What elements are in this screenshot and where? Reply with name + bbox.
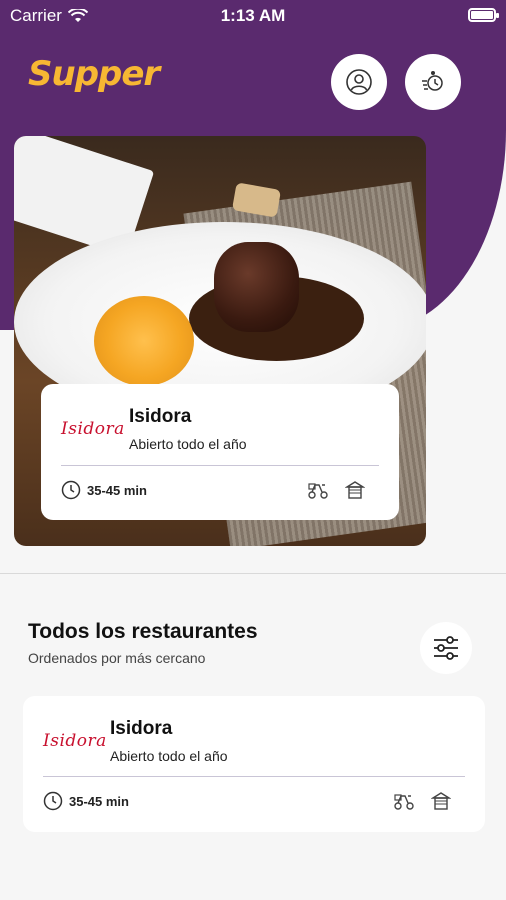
status-bar: Carrier 1:13 AM (0, 0, 506, 30)
restaurant-logo: Isidora (43, 731, 107, 751)
card-divider (43, 776, 465, 777)
delivery-scooter-icon (394, 794, 414, 810)
garnish (94, 296, 194, 386)
delivery-time-label: 35-45 min (69, 793, 129, 809)
service-icons (307, 480, 365, 500)
service-icons (393, 791, 451, 811)
user-circle-icon (346, 69, 372, 95)
filter-button[interactable] (420, 622, 472, 674)
delivery-scooter-icon (308, 483, 328, 499)
pickup-store-icon (431, 792, 451, 810)
restaurant-status: Abierto todo el año (129, 436, 247, 452)
restaurant-name: Isidora (129, 406, 192, 427)
app-logo: Supper (28, 54, 160, 94)
profile-button[interactable] (331, 54, 387, 110)
pickup-store-icon (345, 481, 365, 499)
restaurant-logo: Isidora (61, 419, 125, 439)
steak (214, 242, 299, 332)
section-separator (0, 573, 506, 574)
section-subtitle: Ordenados por más cercano (28, 650, 206, 666)
card-divider (61, 465, 379, 466)
delivery-time-label: 35-45 min (87, 482, 147, 498)
sliders-icon (434, 636, 458, 660)
restaurant-status: Abierto todo el año (110, 748, 228, 764)
clock-icon (61, 480, 81, 500)
clock: 1:13 AM (220, 6, 286, 25)
featured-restaurant-card[interactable]: Isidora Isidora Abierto todo el año 35-4… (41, 384, 399, 520)
delivery-time: 35-45 min (43, 791, 129, 811)
clock-icon (43, 791, 63, 811)
restaurant-name: Isidora (110, 718, 173, 739)
section-title: Todos los restaurantes (28, 620, 258, 643)
delivery-time: 35-45 min (61, 480, 147, 500)
orders-button[interactable] (405, 54, 461, 110)
restaurant-list-item[interactable]: Isidora Isidora Abierto todo el año 35-4… (23, 696, 485, 832)
battery-icon (468, 8, 499, 22)
scooter-clock-icon (422, 71, 443, 91)
